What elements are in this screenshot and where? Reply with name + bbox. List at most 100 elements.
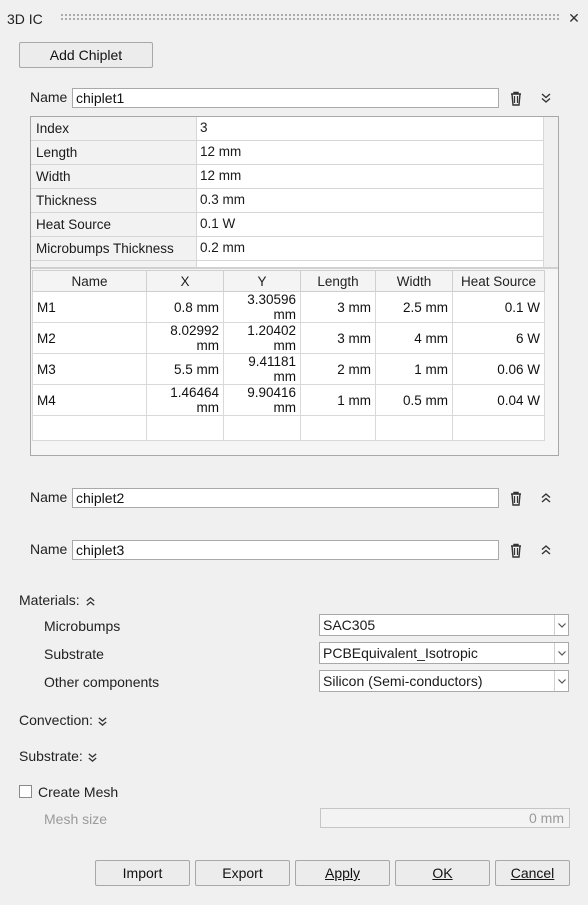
trash-icon[interactable] [507,541,525,559]
chiplet3-name-input[interactable]: chiplet3 [72,540,499,560]
table-cell[interactable]: 3.30596 mm [223,291,301,323]
property-key: Index [31,117,197,141]
table-cell[interactable] [452,415,545,441]
table-cell[interactable]: 0.04 W [452,384,545,416]
table-cell[interactable]: 0.1 W [452,291,545,323]
substrate-material-select[interactable]: PCBEquivalent_Isotropic [319,642,569,664]
table-row-empty[interactable] [32,415,545,441]
create-mesh-checkbox[interactable] [19,785,32,798]
mesh-size-label: Mesh size [44,811,108,827]
property-row: Index 3 [31,117,543,141]
table-cell[interactable]: 0.06 W [452,353,545,385]
chevron-double-down-icon[interactable] [93,712,111,730]
column-header-width[interactable]: Width [375,270,453,292]
chevron-down-icon[interactable] [554,671,568,691]
table-cell[interactable]: 5.5 mm [146,353,224,385]
column-header-name[interactable]: Name [32,270,147,292]
table-cell[interactable]: 2 mm [300,353,376,385]
property-value[interactable]: 0.3 mm [197,189,543,213]
export-button[interactable]: Export [195,860,290,886]
chiplet2-name-label: Name [30,489,68,505]
table-cell[interactable]: 6 W [452,322,545,354]
convection-section-label[interactable]: Convection: [19,712,93,728]
property-key: Thickness [31,189,197,213]
table-header-row: Name X Y Length Width Heat Source [32,270,545,292]
apply-button[interactable]: Apply [295,860,390,886]
table-cell[interactable]: M4 [32,384,147,416]
chevron-double-down-icon[interactable] [537,89,555,107]
substrate-material-label: Substrate [44,646,104,662]
table-cell[interactable]: 4 mm [375,322,453,354]
table-cell[interactable] [300,415,376,441]
property-value[interactable]: 12 mm [197,141,543,165]
create-mesh-label[interactable]: Create Mesh [38,784,118,800]
chevron-down-icon[interactable] [554,643,568,663]
ok-button[interactable]: OK [395,860,490,886]
table-cell[interactable] [146,415,224,441]
cancel-button[interactable]: Cancel [495,860,570,886]
column-header-x[interactable]: X [146,270,224,292]
table-cell[interactable]: 0.8 mm [146,291,224,323]
table-row[interactable]: M1 0.8 mm 3.30596 mm 3 mm 2.5 mm 0.1 W [32,291,545,323]
trash-icon[interactable] [507,489,525,507]
table-cell[interactable]: 1 mm [375,353,453,385]
property-key: Heat Source [31,213,197,237]
property-value[interactable]: 3 [197,117,543,141]
chevron-down-icon[interactable] [554,615,568,635]
materials-section-label[interactable]: Materials: [19,592,80,608]
table-cell[interactable]: 1 mm [300,384,376,416]
mesh-size-input[interactable]: 0 mm [320,808,570,828]
substrate-section-label[interactable]: Substrate: [19,748,83,764]
table-cell[interactable]: 1.46464 mm [146,384,224,416]
table-cell[interactable]: 8.02992 mm [146,322,224,354]
table-cell[interactable]: 3 mm [300,291,376,323]
property-key: Width [31,165,197,189]
other-components-material-label: Other components [44,674,160,690]
property-row: Length 12 mm [31,141,543,165]
property-grid-scrollbar[interactable] [543,117,558,267]
chevron-double-up-icon[interactable] [537,489,555,507]
table-row[interactable]: M3 5.5 mm 9.41181 mm 2 mm 1 mm 0.06 W [32,353,545,385]
property-value[interactable]: 0.2 mm [197,237,543,261]
chiplet1-name-label: Name [30,89,68,105]
drag-handle[interactable] [60,13,560,21]
table-cell[interactable] [223,415,301,441]
table-row[interactable]: M4 1.46464 mm 9.90416 mm 1 mm 0.5 mm 0.0… [32,384,545,416]
table-cell[interactable]: M3 [32,353,147,385]
table-cell[interactable] [32,415,147,441]
add-chiplet-button[interactable]: Add Chiplet [19,42,153,68]
title-bar[interactable]: 3D IC ✕ [0,0,588,38]
property-key: Length [31,141,197,165]
column-header-heat-source[interactable]: Heat Source [452,270,545,292]
trash-icon[interactable] [507,89,525,107]
table-cell[interactable] [375,415,453,441]
select-value: SAC305 [323,617,376,633]
table-cell[interactable]: 9.41181 mm [223,353,301,385]
table-cell[interactable]: 0.5 mm [375,384,453,416]
property-key: Microbumps Thickness [31,237,197,261]
property-row: Width 12 mm [31,165,543,189]
table-cell[interactable]: M1 [32,291,147,323]
splitter[interactable] [31,267,558,269]
chevron-double-up-icon[interactable] [537,541,555,559]
table-cell[interactable]: 2.5 mm [375,291,453,323]
table-cell[interactable]: 1.20402 mm [223,322,301,354]
chevron-double-up-icon[interactable] [81,592,99,610]
property-value[interactable]: 0.1 W [197,213,543,237]
table-cell[interactable]: M2 [32,322,147,354]
close-icon[interactable]: ✕ [566,9,582,27]
table-cell[interactable]: 3 mm [300,322,376,354]
other-components-material-select[interactable]: Silicon (Semi-conductors) [319,670,569,692]
chiplet3-name-label: Name [30,541,68,557]
property-grid: Index 3 Length 12 mm Width 12 mm Thickne… [31,117,543,267]
table-cell[interactable]: 9.90416 mm [223,384,301,416]
table-row[interactable]: M2 8.02992 mm 1.20402 mm 3 mm 4 mm 6 W [32,322,545,354]
chiplet2-name-input[interactable]: chiplet2 [72,488,499,508]
column-header-y[interactable]: Y [223,270,301,292]
microbumps-material-select[interactable]: SAC305 [319,614,569,636]
chevron-double-down-icon[interactable] [83,748,101,766]
column-header-length[interactable]: Length [300,270,376,292]
chiplet1-name-input[interactable]: chiplet1 [72,88,499,108]
import-button[interactable]: Import [95,860,190,886]
property-value[interactable]: 12 mm [197,165,543,189]
